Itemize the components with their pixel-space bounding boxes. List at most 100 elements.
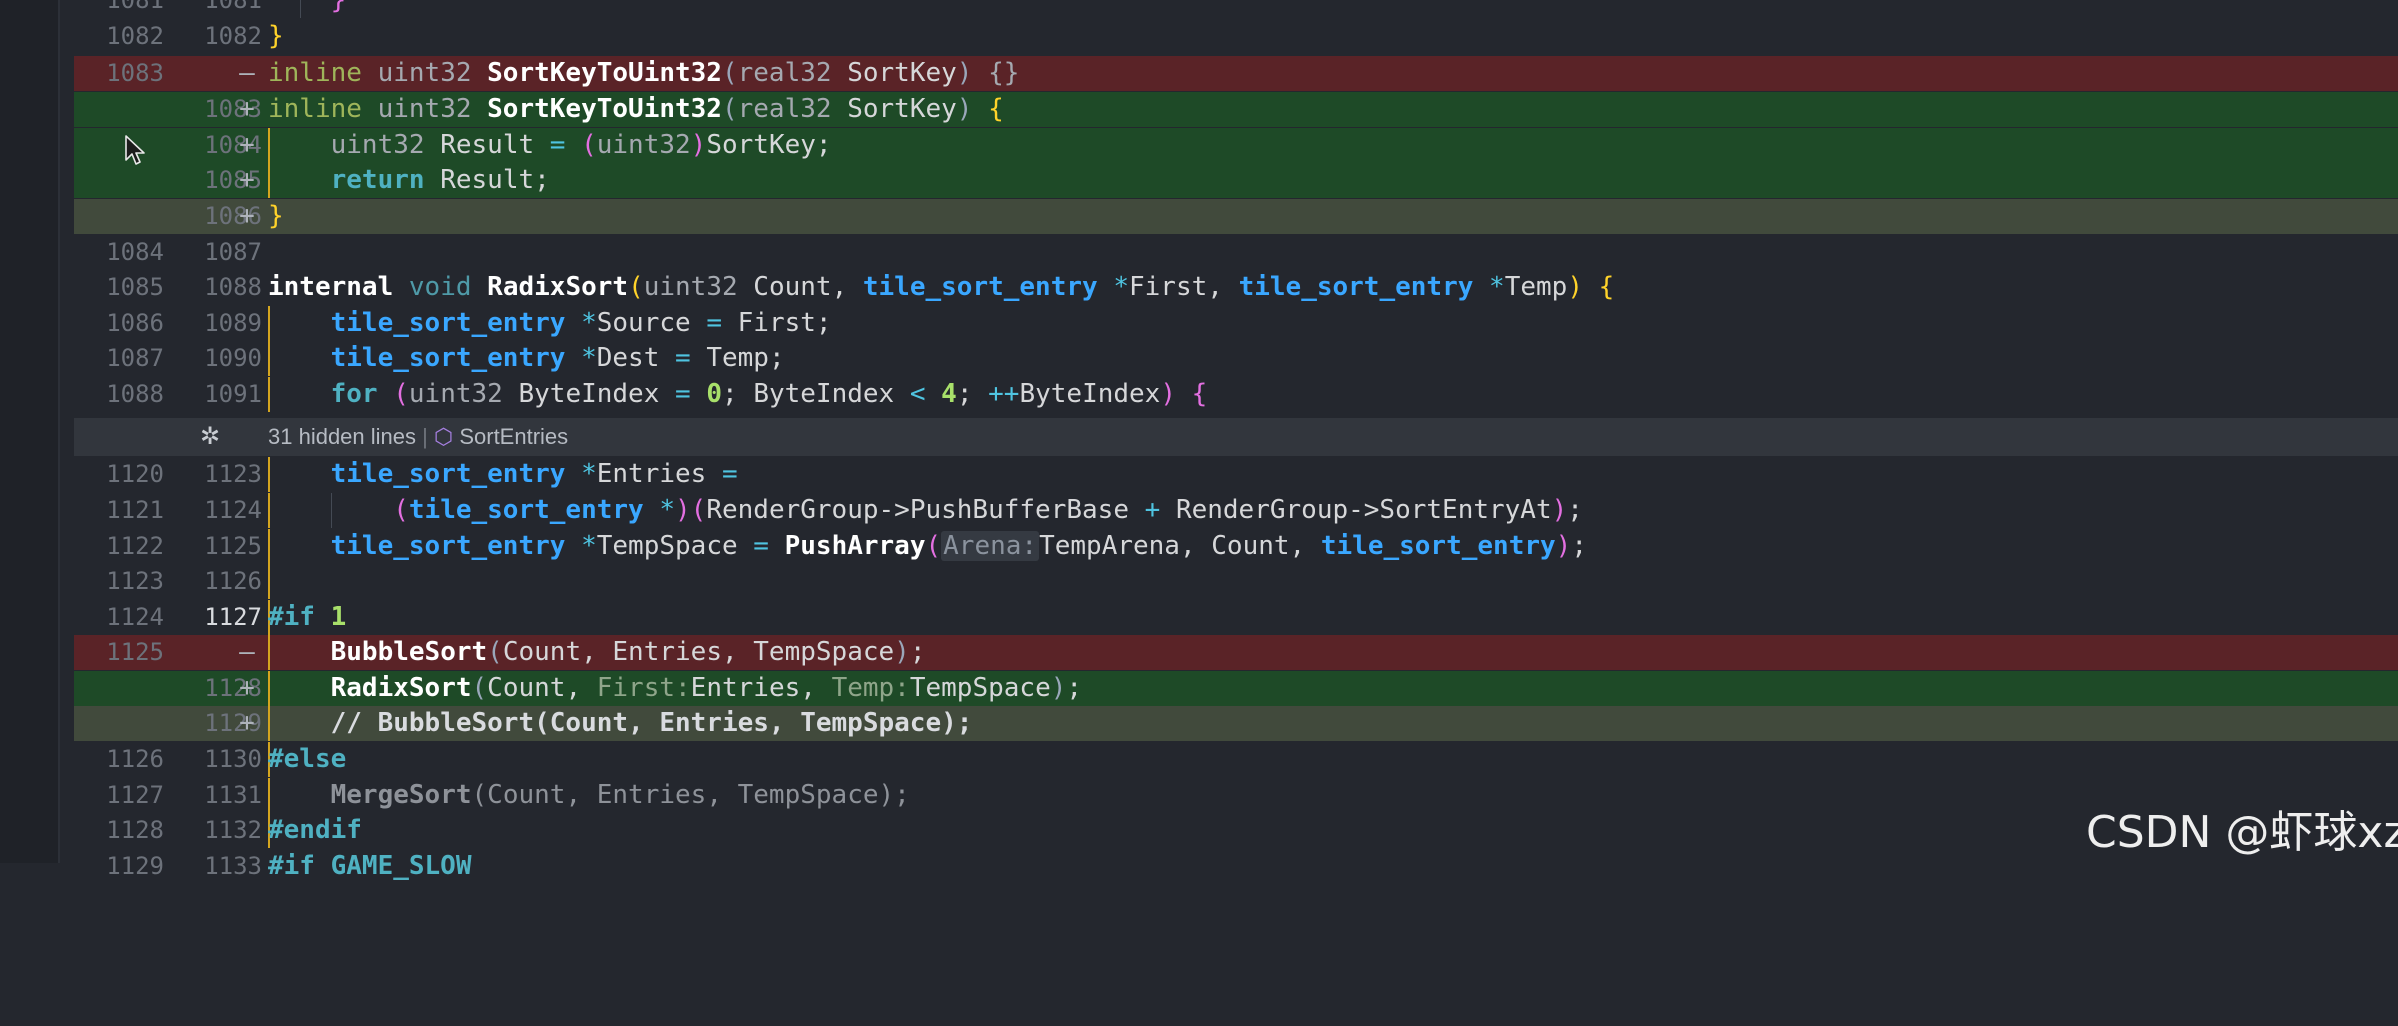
code-text: tile_sort_entry *Source = First; [330,308,832,338]
code-text: } [268,201,284,231]
code-text: (tile_sort_entry *)(RenderGroup->PushBuf… [393,495,1583,525]
old-line-number: 1120 [106,460,164,488]
code-line[interactable]: 1126 1130 #else [74,742,2398,778]
old-line-number: 1086 [106,309,164,337]
added-line[interactable]: 1128 + RadixSort(Count, First:Entries, T… [74,671,2398,707]
new-line-number: 1130 [204,745,262,773]
code-text: internal void RadixSort(uint32 Count, ti… [268,272,1615,302]
new-line-number: 1124 [204,496,262,524]
symbol-cube-icon: ⬡ [433,424,454,449]
deleted-line[interactable]: 1125 — BubbleSort(Count, Entries, TempSp… [74,635,2398,671]
code-text: RadixSort(Count, First:Entries, Temp:Tem… [330,673,1083,703]
code-text: #endif [268,815,362,845]
new-line-number: 1081 [204,0,262,14]
diff-added-marker: + [239,201,255,231]
new-line-number: 1132 [204,816,262,844]
hidden-lines-count: 31 hidden lines [268,424,417,449]
code-text: } [330,0,347,15]
new-line-number: 1125 [204,532,262,560]
code-line[interactable]: 1127 1131 MergeSort(Count, Entries, Temp… [74,778,2398,814]
new-line-number: 1131 [204,781,262,809]
new-line-number: 1082 [204,22,262,50]
code-text: inline uint32 SortKeyToUint32(real32 Sor… [268,58,1020,88]
code-text: #if GAME_SLOW [268,851,472,881]
code-text: return Result; [330,165,550,195]
code-line[interactable]: 1122 1125 tile_sort_entry *TempSpace = P… [74,529,2398,565]
activity-bar-border [58,0,60,863]
code-text: BubbleSort(Count, Entries, TempSpace); [330,637,926,667]
code-line[interactable]: 1086 1089 tile_sort_entry *Source = Firs… [74,306,2398,342]
new-line-number: 1089 [204,309,262,337]
code-line[interactable]: 1123 1126 [74,564,2398,600]
code-line[interactable]: 1120 1123 tile_sort_entry *Entries = [74,457,2398,493]
fold-symbol-name[interactable]: SortEntries [459,424,568,449]
old-line-number: 1127 [106,781,164,809]
code-text: tile_sort_entry *TempSpace = PushArray(A… [330,531,1587,561]
added-line[interactable]: 1129 + // BubbleSort(Count, Entries, Tem… [74,706,2398,742]
old-line-number: 1128 [106,816,164,844]
old-line-number: 1129 [106,852,164,880]
new-line-number: 1126 [204,567,262,595]
diff-added-marker: + [239,94,255,124]
new-line-number: 1123 [204,460,262,488]
code-text: uint32 Result = (uint32)SortKey; [330,130,832,160]
diff-editor[interactable]: 1081 1081 } 1082 1082 } 1083 — inline ui… [74,0,2398,881]
watermark: CSDN @虾球xz [2086,807,2398,858]
code-line[interactable]: 1128 1132 #endif [74,813,2398,849]
old-line-number: 1126 [106,745,164,773]
fold-separator: | [422,424,428,449]
code-line[interactable]: 1087 1090 tile_sort_entry *Dest = Temp; [74,341,2398,377]
code-line-current[interactable]: 1124 1127 #if 1 [74,600,2398,636]
added-line[interactable]: 1086 + } [74,199,2398,235]
code-text: tile_sort_entry *Entries = [330,459,738,489]
old-line-number: 1085 [106,273,164,301]
diff-added-marker: + [239,165,255,195]
diff-added-marker: + [239,708,255,738]
code-line[interactable]: 1088 1091 for (uint32 ByteIndex = 0; Byt… [74,377,2398,413]
code-line[interactable]: 1121 1124 (tile_sort_entry *)(RenderGrou… [74,493,2398,529]
old-line-number: 1087 [106,344,164,372]
old-line-number: 1088 [106,380,164,408]
expand-lines-icon[interactable]: ✲ [190,418,230,456]
code-line[interactable]: 1085 1088 internal void RadixSort(uint32… [74,270,2398,305]
new-line-number: 1088 [204,273,262,301]
added-line[interactable]: 1085 + return Result; [74,163,2398,199]
diff-added-marker: + [239,673,255,703]
scope-guide [268,564,270,600]
new-line-number: 1087 [204,238,262,266]
code-text: MergeSort(Count, Entries, TempSpace); [330,780,910,810]
inlay-hint: Arena: [941,531,1040,561]
old-line-number: 1125 [106,638,164,666]
code-line[interactable]: 1081 1081 } [74,0,2398,19]
new-line-number: 1127 [204,603,262,631]
code-line[interactable]: 1129 1133 #if GAME_SLOW [74,849,2398,884]
inlay-hint: Temp: [831,673,910,703]
activity-bar [0,0,58,863]
code-text: for (uint32 ByteIndex = 0; ByteIndex < 4… [330,379,1208,409]
diff-deleted-marker: — [239,637,255,667]
mouse-pointer-icon [125,135,145,165]
code-line[interactable]: 1084 1087 [74,235,2398,270]
code-text: // BubbleSort(Count, Entries, TempSpace)… [330,708,973,738]
code-text: #else [268,744,347,774]
inlay-hint: First: [596,673,691,703]
added-line[interactable]: 1084 + uint32 Result = (uint32)SortKey; [74,128,2398,164]
new-line-number: 1133 [204,852,262,880]
diff-deleted-marker: — [239,58,255,88]
added-line[interactable]: 1083 + inline uint32 SortKeyToUint32(rea… [74,92,2398,128]
code-line[interactable]: 1082 1082 } [74,19,2398,54]
code-text: tile_sort_entry *Dest = Temp; [330,343,785,373]
hidden-lines-fold[interactable]: ✲ 31 hidden lines | ⬡ SortEntries [74,418,2398,456]
code-text: inline uint32 SortKeyToUint32(real32 Sor… [268,94,1004,124]
old-line-number: 1123 [106,567,164,595]
old-line-number: 1082 [106,22,164,50]
fold-label: 31 hidden lines | ⬡ SortEntries [268,418,568,456]
old-line-number: 1083 [106,59,164,87]
old-line-number: 1124 [106,603,164,631]
deleted-line[interactable]: 1083 — inline uint32 SortKeyToUint32(rea… [74,56,2398,92]
new-line-number: 1090 [204,344,262,372]
old-line-number: 1081 [106,0,164,14]
code-text: #if 1 [268,602,347,632]
old-line-number: 1121 [106,496,164,524]
new-line-number: 1091 [204,380,262,408]
